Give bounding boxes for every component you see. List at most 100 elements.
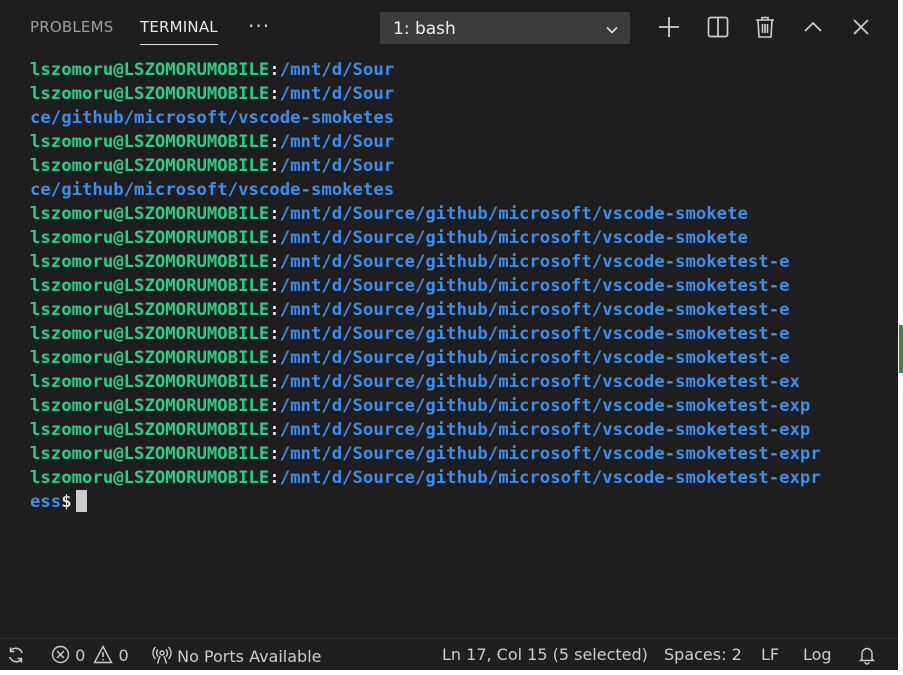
prompt-path: /mnt/d/Source/github/microsoft/vscode-sm…: [279, 276, 790, 296]
prompt-path: ce/github/microsoft/vscode-smoketes: [30, 108, 395, 128]
terminal-line: lszomoru@LSZOMORUMOBILE:/mnt/d/Source/gi…: [30, 466, 890, 490]
prompt-path: /mnt/d/Source/github/microsoft/vscode-sm…: [279, 252, 790, 272]
prompt-path: /mnt/d/Source/github/microsoft/vscode-sm…: [279, 468, 821, 488]
prompt-separator: :: [269, 252, 280, 272]
prompt-user: lszomoru@LSZOMORUMOBILE: [30, 60, 270, 80]
terminal-line: lszomoru@LSZOMORUMOBILE:/mnt/d/Sour: [30, 130, 890, 154]
prompt-separator: :: [269, 204, 280, 224]
sync-icon[interactable]: [6, 645, 26, 665]
window-edge: [0, 670, 903, 675]
prompt-path: /mnt/d/Source/github/microsoft/vscode-sm…: [279, 372, 800, 392]
editor-edge: [898, 0, 903, 675]
prompt-user: lszomoru@LSZOMORUMOBILE: [30, 348, 270, 368]
prompt-user: lszomoru@LSZOMORUMOBILE: [30, 228, 270, 248]
ports-label: No Ports Available: [177, 647, 322, 666]
ellipsis-icon[interactable]: ···: [248, 14, 270, 38]
chevron-down-icon: [605, 22, 619, 41]
prompt-separator: :: [269, 84, 280, 104]
panel-header: PROBLEMS TERMINAL ··· 1: bash: [0, 0, 898, 58]
bell-icon[interactable]: [857, 645, 877, 665]
terminal-line: lszomoru@LSZOMORUMOBILE:/mnt/d/Sour: [30, 58, 890, 82]
terminal-line: lszomoru@LSZOMORUMOBILE:/mnt/d/Source/gi…: [30, 298, 890, 322]
terminal-line: lszomoru@LSZOMORUMOBILE:/mnt/d/Source/gi…: [30, 442, 890, 466]
terminal-line: lszomoru@LSZOMORUMOBILE:/mnt/d/Source/gi…: [30, 202, 890, 226]
terminal-line: lszomoru@LSZOMORUMOBILE:/mnt/d/Source/gi…: [30, 346, 890, 370]
terminal-line: lszomoru@LSZOMORUMOBILE:/mnt/d/Source/gi…: [30, 370, 890, 394]
prompt-path: ce/github/microsoft/vscode-smoketes: [30, 180, 395, 200]
problems-status[interactable]: 0 0: [51, 645, 129, 665]
prompt-user: lszomoru@LSZOMORUMOBILE: [30, 252, 270, 272]
prompt-user: lszomoru@LSZOMORUMOBILE: [30, 276, 270, 296]
prompt-separator: :: [269, 60, 280, 80]
prompt-path: /mnt/d/Source/github/microsoft/vscode-sm…: [279, 420, 811, 440]
close-icon[interactable]: [848, 14, 874, 40]
terminal-line: lszomoru@LSZOMORUMOBILE:/mnt/d/Source/gi…: [30, 394, 890, 418]
prompt-separator: :: [269, 156, 280, 176]
prompt-separator: :: [269, 348, 280, 368]
prompt-user: lszomoru@LSZOMORUMOBILE: [30, 420, 270, 440]
terminal-line: lszomoru@LSZOMORUMOBILE:/mnt/d/Source/gi…: [30, 250, 890, 274]
prompt-separator: :: [269, 276, 280, 296]
error-icon: [51, 645, 70, 665]
prompt-path: ess: [30, 492, 62, 512]
language-mode[interactable]: Log: [803, 645, 832, 665]
prompt-separator: :: [269, 324, 280, 344]
terminal-line: lszomoru@LSZOMORUMOBILE:/mnt/d/Sour: [30, 82, 890, 106]
trash-icon[interactable]: [752, 14, 778, 40]
broadcast-icon: [152, 646, 172, 666]
tab-terminal[interactable]: TERMINAL: [140, 18, 218, 45]
terminal-prompt-line: ess$: [30, 490, 890, 514]
prompt-path: /mnt/d/Source/github/microsoft/vscode-sm…: [279, 348, 790, 368]
terminal-line: ce/github/microsoft/vscode-smoketes: [30, 178, 890, 202]
prompt-user: lszomoru@LSZOMORUMOBILE: [30, 468, 270, 488]
ports-status[interactable]: No Ports Available: [152, 645, 322, 666]
prompt-path: /mnt/d/Source/github/microsoft/vscode-sm…: [279, 444, 821, 464]
prompt-user: lszomoru@LSZOMORUMOBILE: [30, 396, 270, 416]
prompt-path: /mnt/d/Sour: [279, 156, 395, 176]
prompt-separator: :: [269, 444, 280, 464]
prompt-separator: :: [269, 396, 280, 416]
vscode-panel-window: PROBLEMS TERMINAL ··· 1: bash lszomoru@L…: [0, 0, 898, 675]
prompt-path: /mnt/d/Source/github/microsoft/vscode-sm…: [279, 228, 748, 248]
terminal-select[interactable]: 1: bash: [380, 12, 630, 44]
prompt-user: lszomoru@LSZOMORUMOBILE: [30, 156, 270, 176]
prompt-path: /mnt/d/Source/github/microsoft/vscode-sm…: [279, 300, 790, 320]
prompt-user: lszomoru@LSZOMORUMOBILE: [30, 324, 270, 344]
terminal-line: lszomoru@LSZOMORUMOBILE:/mnt/d/Source/gi…: [30, 322, 890, 346]
prompt-path: /mnt/d/Sour: [279, 132, 395, 152]
terminal-line: lszomoru@LSZOMORUMOBILE:/mnt/d/Source/gi…: [30, 274, 890, 298]
plus-icon[interactable]: [656, 14, 682, 40]
chevron-up-icon[interactable]: [800, 14, 826, 40]
prompt-user: lszomoru@LSZOMORUMOBILE: [30, 300, 270, 320]
terminal-line: lszomoru@LSZOMORUMOBILE:/mnt/d/Sour: [30, 154, 890, 178]
terminal-select-value: 1: bash: [393, 19, 456, 39]
terminal-line: lszomoru@LSZOMORUMOBILE:/mnt/d/Source/gi…: [30, 418, 890, 442]
error-count: 0: [75, 646, 86, 665]
warning-count: 0: [118, 646, 129, 665]
prompt-separator: :: [269, 228, 280, 248]
terminal-line: lszomoru@LSZOMORUMOBILE:/mnt/d/Source/gi…: [30, 226, 890, 250]
terminal-output[interactable]: lszomoru@LSZOMORUMOBILE:/mnt/d/Sour lszom…: [30, 58, 890, 636]
tab-problems[interactable]: PROBLEMS: [30, 18, 113, 44]
cursor-position[interactable]: Ln 17, Col 15 (5 selected): [442, 645, 648, 665]
prompt-separator: :: [269, 372, 280, 392]
prompt-path: /mnt/d/Source/github/microsoft/vscode-sm…: [279, 324, 790, 344]
prompt-separator: :: [269, 300, 280, 320]
split-icon[interactable]: [705, 14, 731, 40]
prompt-path: /mnt/d/Sour: [279, 84, 395, 104]
terminal-line: ce/github/microsoft/vscode-smoketes: [30, 106, 890, 130]
prompt-path: /mnt/d/Sour: [279, 60, 395, 80]
scroll-marker: [899, 325, 903, 373]
status-bar: 0 0 No Ports Available Ln 17, Col 15 (5 …: [0, 638, 898, 670]
eol-status[interactable]: LF: [761, 645, 779, 665]
prompt-path: /mnt/d/Source/github/microsoft/vscode-sm…: [279, 204, 748, 224]
prompt-user: lszomoru@LSZOMORUMOBILE: [30, 444, 270, 464]
prompt-user: lszomoru@LSZOMORUMOBILE: [30, 204, 270, 224]
indentation-status[interactable]: Spaces: 2: [664, 645, 742, 665]
warning-icon: [93, 645, 114, 665]
prompt-symbol: $: [61, 492, 72, 512]
prompt-path: /mnt/d/Source/github/microsoft/vscode-sm…: [279, 396, 811, 416]
prompt-user: lszomoru@LSZOMORUMOBILE: [30, 372, 270, 392]
prompt-separator: :: [269, 420, 280, 440]
prompt-separator: :: [269, 132, 280, 152]
